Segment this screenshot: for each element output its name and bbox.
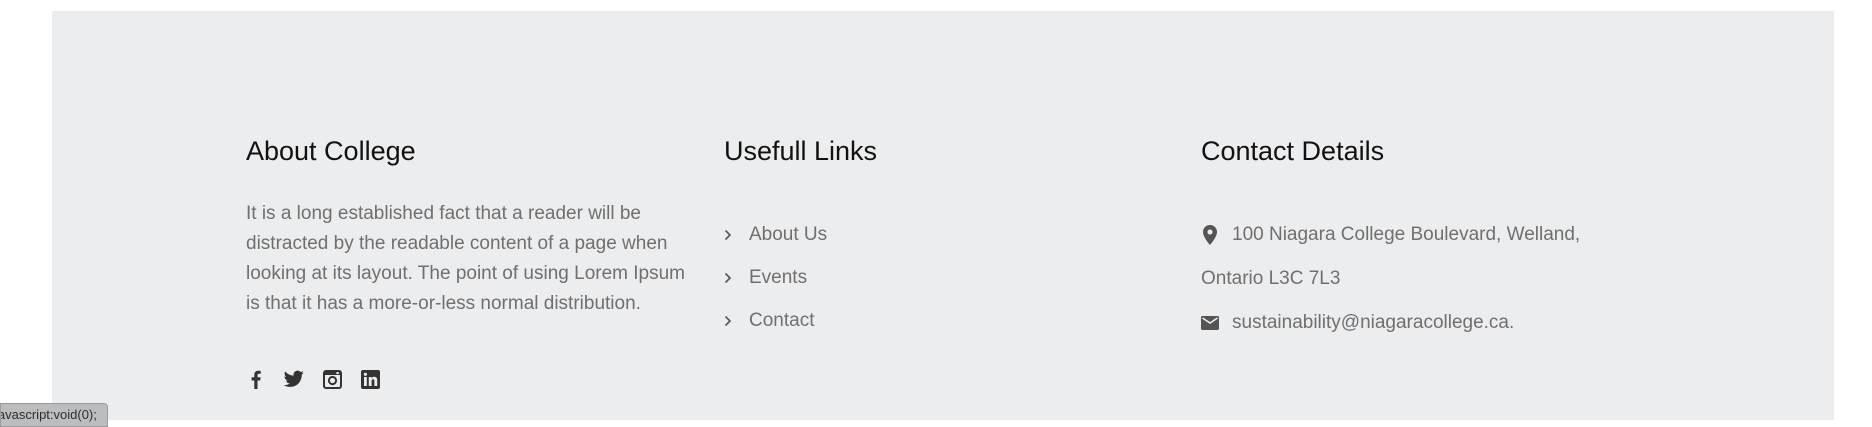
chevron-right-icon [724,311,736,331]
browser-status-url: javascript:void(0); [0,403,108,427]
envelope-icon [1201,312,1219,334]
contact-address: 100 Niagara College Boulevard, Welland, [1201,213,1580,257]
about-college-text: It is a long established fact that a rea… [246,203,686,314]
facebook-icon[interactable] [246,369,266,389]
link-label: Events [749,266,808,288]
contact-details-heading: Contact Details [1201,136,1385,166]
linkedin-icon[interactable] [360,369,380,389]
contact-address-line-2: Ontario L3C 7L3 [1201,257,1340,301]
chevron-right-icon [724,225,736,245]
address-line-2: Ontario L3C 7L3 [1201,268,1341,289]
useful-links-heading: Usefull Links [724,136,878,166]
link-label: Contact [749,309,815,331]
email-link[interactable]: sustainability@niagaracollege.ca. [1232,312,1514,334]
contact-email[interactable]: sustainability@niagaracollege.ca. [1201,301,1514,345]
link-contact[interactable]: Contact [724,299,827,342]
useful-links-list: About Us Events Contact [724,213,827,342]
chevron-right-icon [724,268,736,288]
address-line-1: 100 Niagara College Boulevard, Welland, [1232,224,1581,245]
twitter-icon[interactable] [284,369,304,389]
social-links [246,369,380,389]
link-about-us[interactable]: About Us [724,213,827,256]
map-marker-icon [1201,224,1219,246]
instagram-icon[interactable] [322,369,342,389]
about-college-heading: About College [246,136,416,166]
footer: About College It is a long established f… [52,11,1834,420]
link-label: About Us [749,223,828,245]
link-events[interactable]: Events [724,256,827,299]
